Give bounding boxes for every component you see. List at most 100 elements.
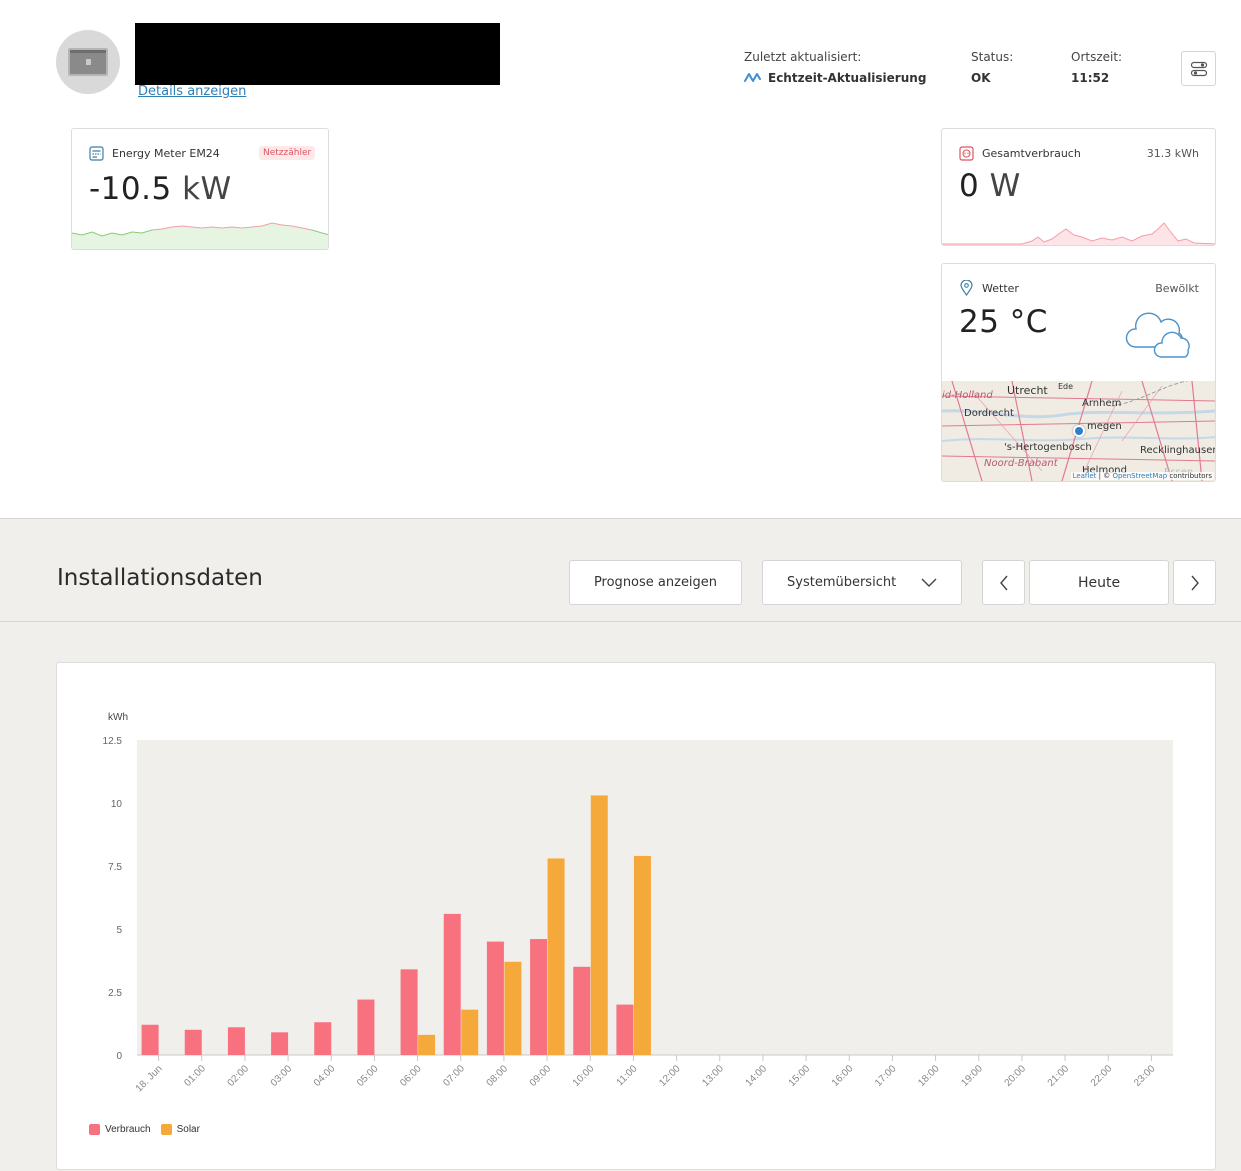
bar-consumption [184, 1029, 202, 1055]
map-attribution: Leaflet | © OpenStreetMap contributors [1070, 472, 1214, 480]
consumption-title: Gesamtverbrauch [982, 147, 1081, 160]
map-label-utrecht: Utrecht [1007, 384, 1048, 397]
bar-solar [418, 1034, 436, 1055]
x-tick-label: 15:00 [787, 1063, 813, 1089]
energy-meter-sparkline [72, 222, 328, 249]
view-select-value: Systemübersicht [787, 575, 897, 590]
bar-solar [590, 795, 608, 1055]
weather-card[interactable]: Wetter Bewölkt 25 °C Utrecht Ede id-Holl… [941, 263, 1216, 482]
device-avatar [56, 30, 120, 94]
chevron-down-icon [921, 578, 937, 587]
legend-item-solar[interactable]: Solar [160, 1124, 200, 1135]
energy-meter-value: -10.5 kW [89, 171, 232, 207]
status-label: Status: [971, 50, 1014, 64]
x-tick-label: 09:00 [528, 1063, 554, 1089]
x-tick-label: 08:00 [485, 1063, 511, 1089]
map-label-recklinghausen: Recklinghausen [1140, 445, 1216, 456]
consumption-value: 0 W [959, 168, 1021, 204]
bar-consumption [573, 966, 591, 1055]
map-label-ede: Ede [1058, 382, 1074, 391]
y-tick-label: 5 [116, 925, 122, 936]
chevron-left-icon [999, 575, 1008, 590]
settings-button[interactable] [1181, 51, 1216, 86]
consumption-total: 31.3 kWh [1146, 147, 1199, 160]
weather-map[interactable]: Utrecht Ede id-Holland Arnhem Dordrecht … [942, 381, 1216, 481]
weather-temperature: 25 °C [959, 304, 1048, 340]
device-icon [68, 48, 108, 76]
map-label-zuid-holland: id-Holland [942, 390, 993, 401]
x-tick-label: 03:00 [269, 1063, 295, 1089]
forecast-button[interactable]: Prognose anzeigen [569, 560, 742, 605]
weather-title: Wetter [982, 282, 1019, 295]
y-tick-label: 10 [111, 799, 123, 810]
next-day-button[interactable] [1173, 560, 1216, 605]
weather-condition: Bewölkt [1155, 282, 1199, 295]
bar-consumption [141, 1024, 159, 1055]
bar-solar [504, 961, 522, 1055]
previous-day-button[interactable] [982, 560, 1025, 605]
section-title: Installationsdaten [57, 565, 263, 591]
x-tick-label: 20:00 [1003, 1063, 1029, 1089]
x-tick-label: 17:00 [873, 1063, 899, 1089]
x-tick-label: 16:00 [830, 1063, 856, 1089]
x-tick-label: 21:00 [1046, 1063, 1072, 1089]
leaflet-link[interactable]: Leaflet [1073, 472, 1097, 480]
last-updated-value: Echtzeit-Aktualisierung [768, 71, 927, 85]
location-marker[interactable] [1073, 425, 1085, 437]
bar-consumption [357, 999, 375, 1055]
y-tick-label: 2.5 [108, 988, 122, 999]
live-wave-icon [744, 73, 761, 82]
x-tick-label: 19:00 [959, 1063, 985, 1089]
bar-consumption [314, 1022, 332, 1055]
x-tick-label: 07:00 [441, 1063, 467, 1089]
local-time-label: Ortszeit: [1071, 50, 1123, 64]
today-button[interactable]: Heute [1029, 560, 1169, 605]
grid-meter-badge: Netzzähler [259, 146, 316, 160]
x-tick-label: 22:00 [1089, 1063, 1115, 1089]
map-label-nijmegen: megen [1087, 421, 1122, 432]
last-updated-label: Zuletzt aktualisiert: [744, 50, 862, 64]
x-tick-label: 10:00 [571, 1063, 597, 1089]
y-tick-label: 12.5 [103, 736, 123, 747]
energy-meter-card[interactable]: Energy Meter EM24 Netzzähler -10.5 kW [71, 128, 329, 250]
view-select[interactable]: Systemübersicht [762, 560, 962, 605]
y-tick-label: 0 [116, 1051, 122, 1062]
chart-card: kWh 0 2.5 5 7.5 10 12.5 18. Jun 01:00 02:00 03:00 0… [56, 662, 1216, 1170]
bar-consumption [443, 913, 461, 1055]
x-tick-label: 18. Jun [134, 1063, 165, 1094]
redacted-site-name [135, 23, 500, 85]
meter-icon [89, 146, 104, 161]
energy-bar-chart: kWh 0 2.5 5 7.5 10 12.5 18. Jun 01:00 02:00 03:00 0… [103, 712, 1173, 1094]
toggle-settings-icon [1190, 61, 1207, 76]
x-tick-label: 02:00 [226, 1063, 252, 1089]
bar-consumption [616, 1004, 634, 1055]
local-time-value: 11:52 [1071, 71, 1110, 85]
legend-item-consumption[interactable]: Verbrauch [89, 1124, 151, 1135]
plot-area [137, 740, 1173, 1055]
map-label-dordrecht: Dordrecht [964, 408, 1014, 419]
map-label-arnhem: Arnhem [1082, 398, 1122, 409]
energy-meter-title: Energy Meter EM24 [112, 147, 220, 160]
bar-consumption [486, 941, 504, 1055]
osm-link[interactable]: OpenStreetMap [1112, 472, 1167, 480]
details-link[interactable]: Details anzeigen [138, 84, 246, 99]
bar-consumption [271, 1032, 289, 1055]
y-axis-label: kWh [108, 712, 128, 723]
consumption-card[interactable]: Gesamtverbrauch 31.3 kWh 0 W [941, 128, 1216, 246]
plug-icon [959, 146, 974, 161]
x-tick-label: 13:00 [700, 1063, 726, 1089]
bar-solar [633, 855, 651, 1055]
map-label-noord-brabant: Noord-Brabant [984, 458, 1058, 469]
x-tick-label: 06:00 [398, 1063, 424, 1089]
bar-consumption [530, 939, 548, 1055]
x-tick-label: 18:00 [916, 1063, 942, 1089]
map-label-s-hertogenbosch: 's-Hertogenbosch [1004, 442, 1092, 453]
bar-solar [461, 1009, 479, 1055]
x-tick-label: 11:00 [615, 1063, 640, 1088]
x-tick-label: 12:00 [657, 1063, 683, 1089]
x-tick-label: 23:00 [1132, 1063, 1158, 1089]
bar-solar [547, 858, 565, 1055]
x-tick-label: 05:00 [355, 1063, 381, 1089]
chevron-right-icon [1190, 575, 1199, 590]
x-tick-label: 04:00 [312, 1063, 338, 1089]
